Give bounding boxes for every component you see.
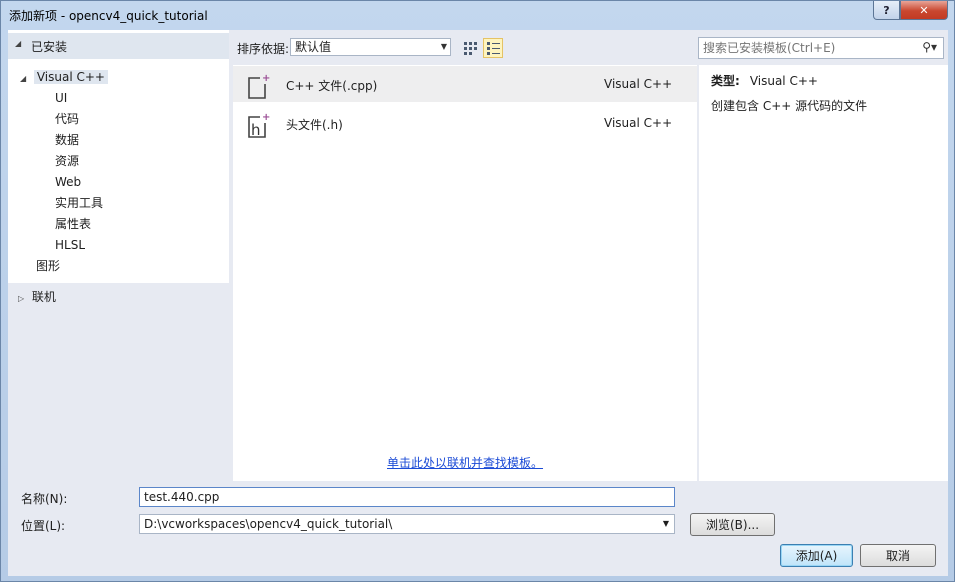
tree-node-data[interactable]: 数据: [55, 130, 79, 150]
collapsed-arrow-icon[interactable]: ▷: [18, 289, 28, 309]
title-bar: 添加新项 - opencv4_quick_tutorial ? ✕: [1, 1, 954, 30]
online-label: 联机: [31, 290, 56, 304]
name-label: 名称(N):: [21, 492, 68, 506]
dropdown-arrow-icon: ▼: [440, 42, 447, 51]
help-button[interactable]: ?: [873, 1, 900, 20]
dropdown-arrow-icon[interactable]: ▼: [663, 515, 669, 533]
template-item-header[interactable]: h ++ 头文件(.h) Visual C++: [233, 105, 697, 141]
tree-node-utility[interactable]: 实用工具: [55, 193, 103, 213]
window-title: 添加新项 - opencv4_quick_tutorial: [9, 9, 208, 23]
online-templates-link[interactable]: 单击此处以联机并查找模板。: [387, 454, 543, 471]
list-view-button[interactable]: [483, 38, 503, 58]
add-button[interactable]: 添加(A): [780, 544, 853, 567]
svg-text:h: h: [251, 121, 261, 139]
tree-node-code[interactable]: 代码: [55, 109, 79, 129]
tree-node-property-sheets[interactable]: 属性表: [55, 214, 91, 234]
detail-description: 创建包含 C++ 源代码的文件: [711, 99, 868, 113]
detail-type-value: Visual C++: [749, 74, 818, 88]
search-icon[interactable]: ⚲▾: [922, 40, 937, 54]
small-icons-view-button[interactable]: [460, 38, 480, 58]
tree-node-ui[interactable]: UI: [55, 88, 67, 108]
template-language: Visual C++: [604, 77, 673, 91]
svg-text:++: ++: [262, 112, 271, 123]
template-list: ++ C++ 文件(.cpp) Visual C++ h ++ 头文件(.h) …: [233, 65, 697, 481]
template-name: 头文件(.h): [286, 118, 343, 132]
svg-text:++: ++: [262, 73, 271, 84]
header-file-icon: h ++: [248, 112, 271, 139]
details-pane: 类型: Visual C++ 创建包含 C++ 源代码的文件: [699, 65, 948, 481]
sort-dropdown[interactable]: 默认值 ▼: [290, 38, 451, 56]
browse-button[interactable]: 浏览(B)...: [690, 513, 775, 536]
cpp-file-icon: ++: [248, 73, 271, 99]
expanded-arrow-icon[interactable]: ◢: [20, 69, 30, 89]
category-tree: ◢ 已安装 ◢ Visual C++ UI 代码 数据 资源 Web 实用工具 …: [8, 30, 229, 481]
template-language: Visual C++: [604, 116, 673, 130]
location-combobox[interactable]: D:\vcworkspaces\opencv4_quick_tutorial\ …: [139, 514, 675, 534]
grid-view-icon: [463, 41, 477, 55]
search-input[interactable]: [699, 38, 915, 58]
sort-toolbar: 排序依据: 默认值 ▼: [233, 30, 696, 64]
location-label: 位置(L):: [21, 519, 66, 533]
collapse-arrow-icon[interactable]: ◢: [15, 39, 21, 48]
detail-type-label: 类型:: [711, 74, 740, 88]
template-name: C++ 文件(.cpp): [286, 79, 378, 93]
tree-node-web[interactable]: Web: [55, 172, 81, 192]
sort-value: 默认值: [295, 40, 332, 54]
tree-node-label: Visual C++: [33, 70, 108, 84]
tree-node-resources[interactable]: 资源: [55, 151, 79, 171]
detail-type: 类型: Visual C++: [711, 72, 818, 89]
tree-node-online[interactable]: ▷ 联机: [18, 287, 56, 307]
close-button[interactable]: ✕: [900, 1, 948, 20]
dialog-body: ◢ 已安装 ◢ Visual C++ UI 代码 数据 资源 Web 实用工具 …: [8, 30, 948, 576]
cancel-button[interactable]: 取消: [860, 544, 936, 567]
tree-node-visual-cpp[interactable]: ◢ Visual C++: [20, 67, 108, 87]
installed-label: 已安装: [31, 40, 68, 54]
add-new-item-dialog: 添加新项 - opencv4_quick_tutorial ? ✕ ◢ 已安装 …: [0, 0, 955, 582]
sort-label: 排序依据:: [237, 42, 290, 56]
location-value: D:\vcworkspaces\opencv4_quick_tutorial\: [144, 517, 393, 531]
online-section: ▷ 联机: [8, 283, 229, 481]
name-field[interactable]: test.440.cpp: [139, 487, 675, 507]
template-item-cpp[interactable]: ++ C++ 文件(.cpp) Visual C++: [233, 66, 697, 102]
tree-node-hlsl[interactable]: HLSL: [55, 235, 85, 255]
tree-node-graphics[interactable]: 图形: [36, 256, 60, 276]
search-box[interactable]: ⚲▾: [698, 37, 944, 59]
installed-header[interactable]: ◢ 已安装: [8, 33, 229, 59]
list-view-icon: [486, 41, 500, 55]
